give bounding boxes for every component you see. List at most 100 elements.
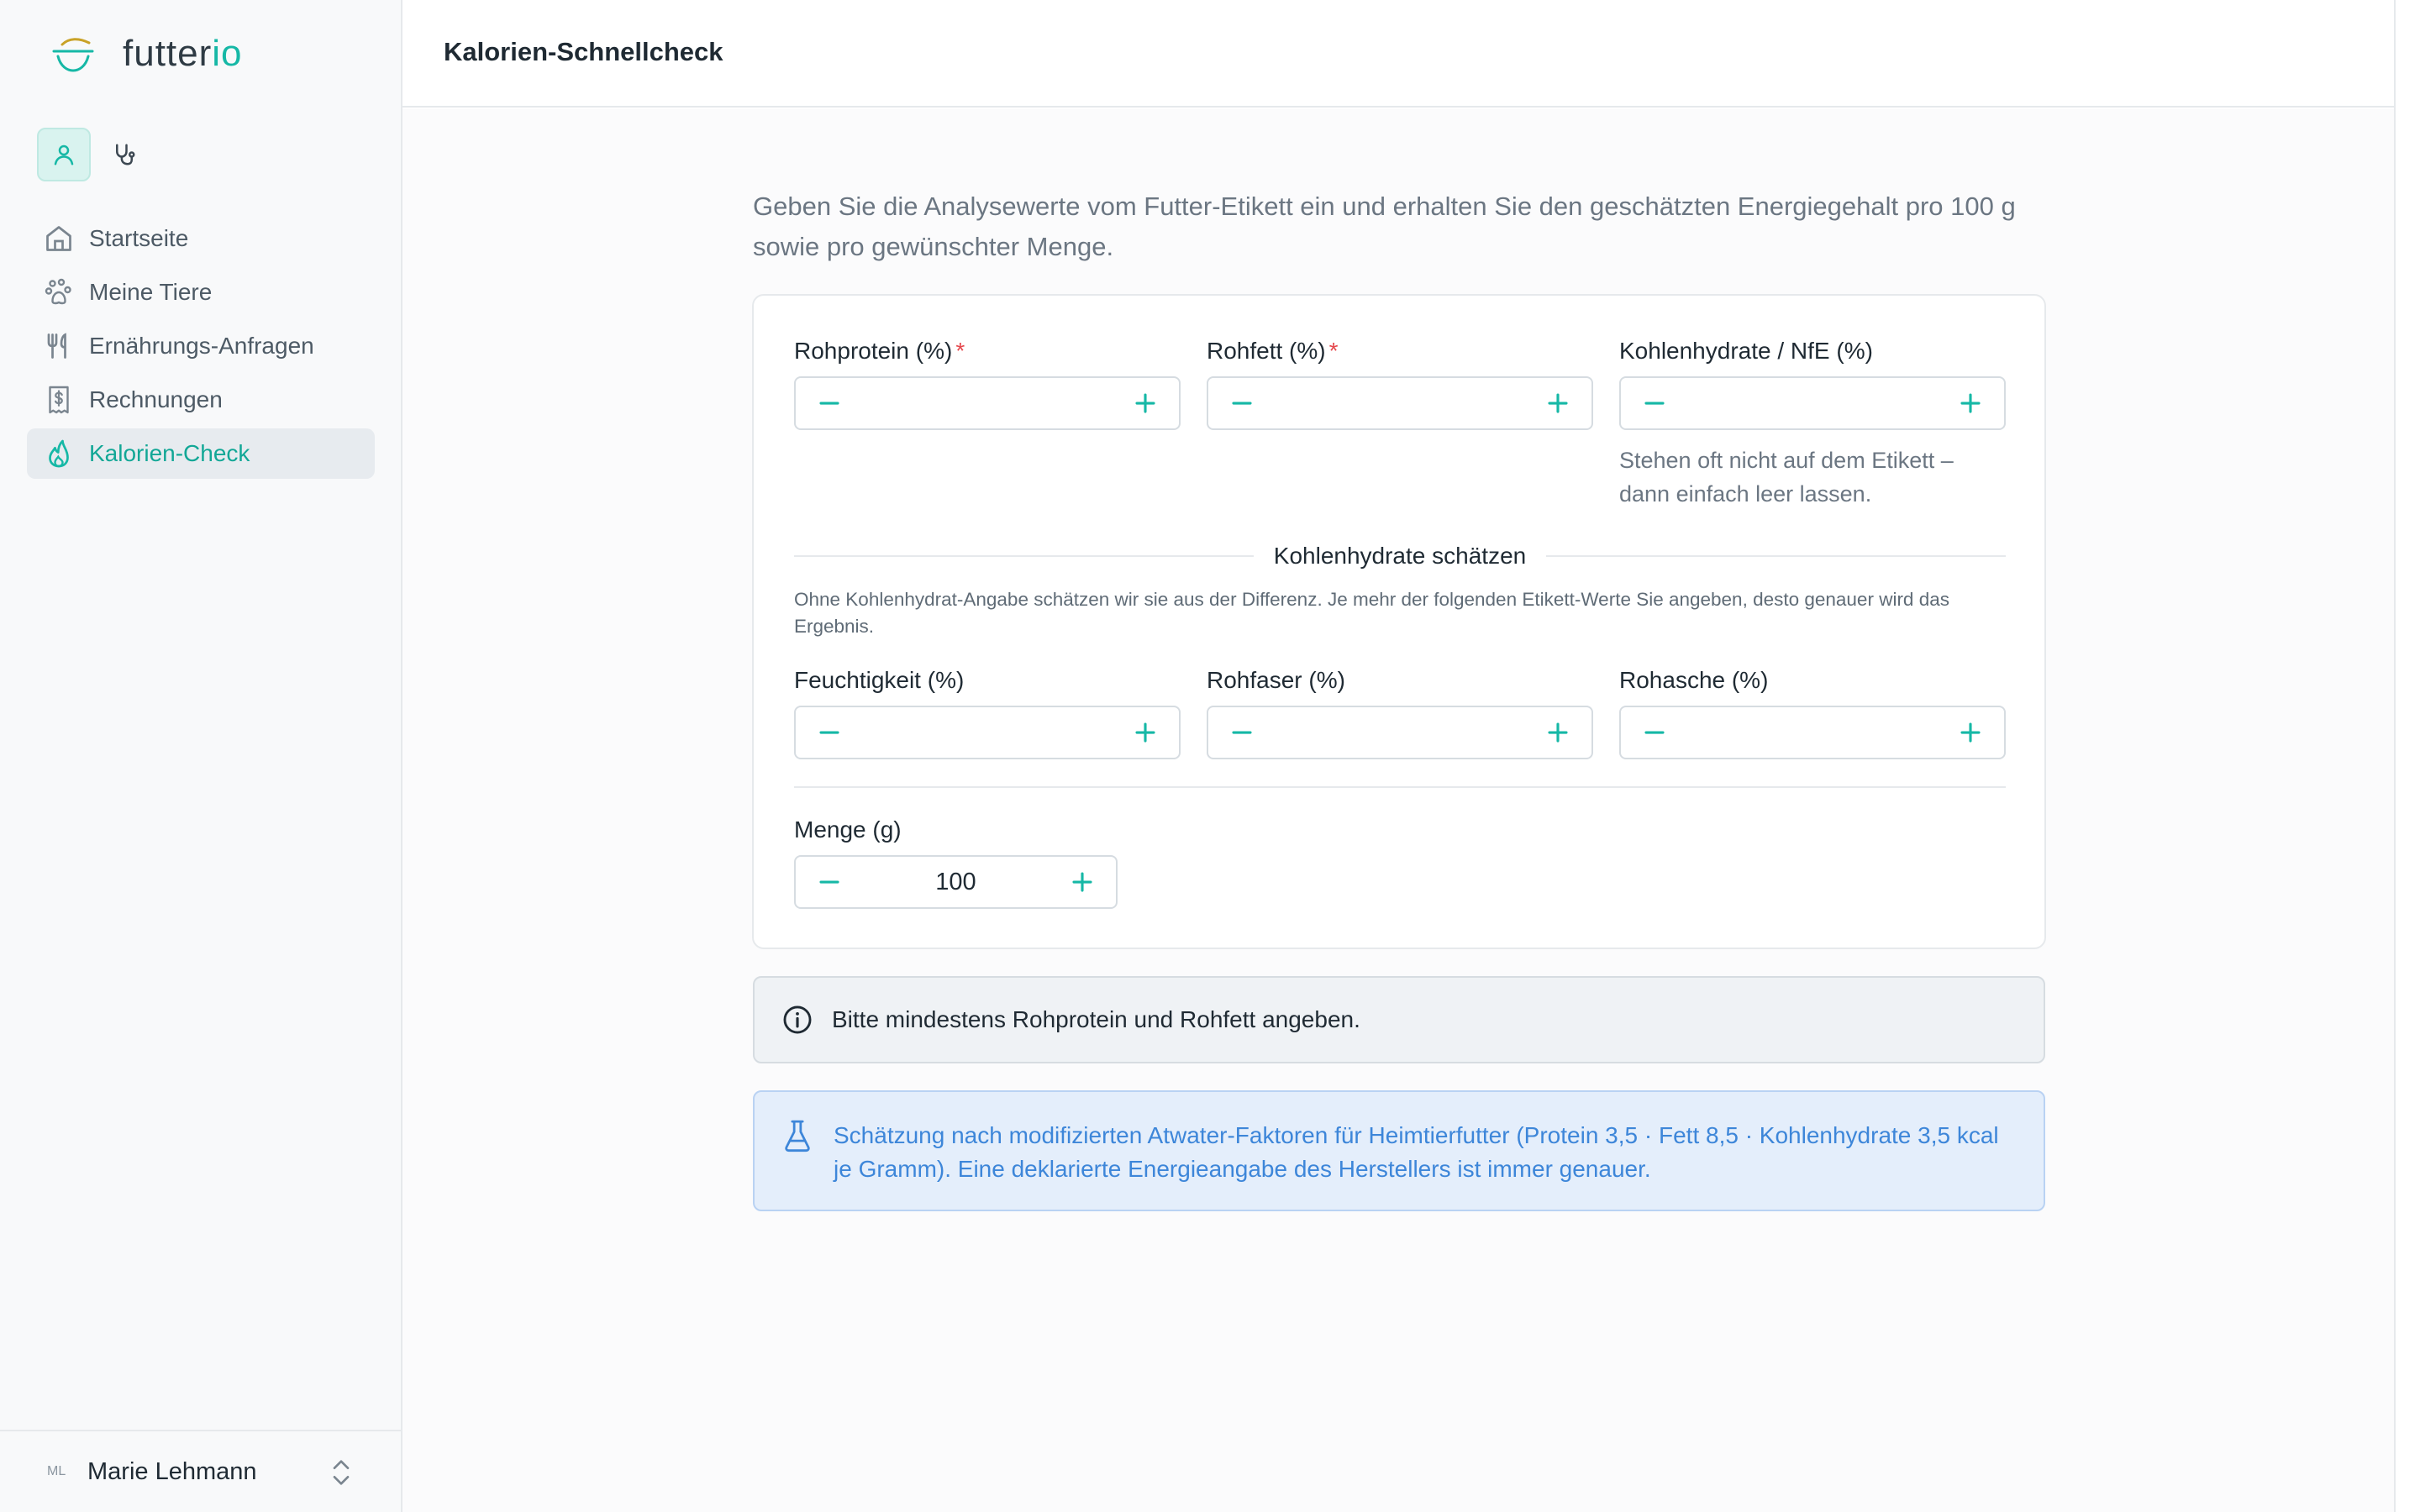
fiber-label: Rohfaser (%) [1207, 667, 1345, 693]
brand-name: futterio [123, 33, 243, 74]
fat-stepper [1207, 376, 1593, 430]
protein-label: Rohprotein (%) * [794, 338, 965, 364]
protein-stepper [794, 376, 1181, 430]
section-divider [794, 786, 2006, 788]
fiber-field: Rohfaser (%) [1207, 665, 1593, 759]
right-gutter [2394, 0, 2420, 1512]
user-icon [54, 144, 74, 165]
sidebar-item-label: Meine Tiere [89, 279, 213, 305]
ash-field: Rohasche (%) [1619, 665, 2006, 759]
sidebar-item-startseite[interactable]: Startseite [27, 213, 375, 264]
carbs-input[interactable] [1688, 380, 1937, 427]
minus-icon [819, 402, 839, 405]
minus-icon [1232, 402, 1252, 405]
validation-alert-text: Bitte mindestens Rohprotein und Rohfett … [832, 1006, 1360, 1032]
plus-icon [1135, 722, 1155, 743]
fat-field: Rohfett (%) * [1207, 336, 1593, 430]
plus-icon [1548, 393, 1568, 413]
info-icon [783, 1005, 812, 1034]
carbs-field: Kohlenhydrate / NfE (%) Stehen oft nicht… [1619, 336, 2006, 511]
sidebar-item-label: Ernährungs-Anfragen [89, 333, 314, 359]
divider-line [1546, 555, 2006, 557]
ash-input[interactable] [1688, 709, 1937, 756]
avatar: ML [47, 1464, 66, 1478]
divider-line [794, 555, 1254, 557]
fat-increment-button[interactable] [1524, 378, 1591, 428]
moisture-increment-button[interactable] [1112, 707, 1179, 758]
ash-stepper [1619, 706, 2006, 759]
protein-increment-button[interactable] [1112, 378, 1179, 428]
sidebar-item-meine-tiere[interactable]: Meine Tiere [27, 267, 375, 318]
amount-increment-button[interactable] [1049, 857, 1116, 907]
minus-icon [1644, 731, 1665, 734]
required-mark: * [955, 338, 965, 364]
plus-icon [1960, 393, 1981, 413]
moisture-input[interactable] [863, 709, 1112, 756]
minus-icon [819, 731, 839, 734]
fiber-decrement-button[interactable] [1208, 707, 1276, 758]
carbs-hint: Stehen oft nicht auf dem Etikett – dann … [1619, 448, 1954, 507]
page-title: Kalorien-Schnellcheck [444, 37, 723, 66]
sidebar-item-kalorien-check[interactable]: Kalorien-Check [27, 428, 375, 479]
sidebar-nav: Startseite Meine Tiere Ernährungs-Anfrag… [27, 213, 375, 482]
fat-decrement-button[interactable] [1208, 378, 1276, 428]
brand-logo[interactable]: futterio [50, 30, 243, 77]
page-header: Kalorien-Schnellcheck [402, 0, 2394, 108]
amount-field: Menge (g) [794, 815, 1118, 909]
estimate-section-note: Ohne Kohlenhydrat-Angabe schätzen wir si… [794, 589, 1949, 637]
utensils-icon [47, 333, 66, 359]
plus-icon [1960, 722, 1981, 743]
protein-input[interactable] [863, 380, 1112, 427]
plus-icon [1548, 722, 1568, 743]
mode-switch [37, 128, 151, 181]
moisture-decrement-button[interactable] [796, 707, 863, 758]
sidebar-item-label: Kalorien-Check [89, 440, 250, 466]
carbs-increment-button[interactable] [1937, 378, 2004, 428]
estimate-section-title: Kohlenhydrate schätzen [1273, 543, 1527, 569]
ash-decrement-button[interactable] [1621, 707, 1688, 758]
amount-stepper [794, 855, 1118, 909]
moisture-field: Feuchtigkeit (%) [794, 665, 1181, 759]
fiber-stepper [1207, 706, 1593, 759]
minus-icon [1644, 402, 1665, 405]
paw-icon [45, 278, 71, 305]
amount-label: Menge (g) [794, 816, 902, 843]
ash-label: Rohasche (%) [1619, 667, 1769, 693]
amount-decrement-button[interactable] [796, 857, 863, 907]
sidebar-item-ernaehrungs-anfragen[interactable]: Ernährungs-Anfragen [27, 321, 375, 371]
flask-icon [785, 1120, 810, 1152]
nutrient-form-card: Rohprotein (%) * Rohfett (%) * Kohlenhyd… [752, 294, 2046, 949]
moisture-label: Feuchtigkeit (%) [794, 667, 965, 693]
plus-icon [1135, 393, 1155, 413]
sidebar: futterio Startseite Meine Tiere Ernährun… [0, 0, 402, 1512]
receipt-icon [49, 386, 69, 414]
required-mark: * [1328, 338, 1339, 364]
fiber-input[interactable] [1276, 709, 1524, 756]
fiber-increment-button[interactable] [1524, 707, 1591, 758]
app-window: futterio Startseite Meine Tiere Ernährun… [0, 0, 2420, 1512]
fat-input[interactable] [1276, 380, 1524, 427]
owner-mode-button[interactable] [37, 128, 91, 181]
carbs-label: Kohlenhydrate / NfE (%) [1619, 338, 1873, 364]
user-menu[interactable]: ML Marie Lehmann [0, 1430, 401, 1512]
chevron-up-down-icon [333, 1460, 350, 1485]
fat-label: Rohfett (%) * [1207, 338, 1339, 364]
stethoscope-icon [116, 144, 135, 165]
flame-icon [49, 439, 69, 468]
carbs-stepper [1619, 376, 2006, 430]
protein-decrement-button[interactable] [796, 378, 863, 428]
intro-text: Geben Sie die Analysewerte vom Futter-Et… [753, 192, 2016, 261]
main-content: Geben Sie die Analysewerte vom Futter-Et… [402, 109, 2394, 1512]
ash-increment-button[interactable] [1937, 707, 2004, 758]
sidebar-item-rechnungen[interactable]: Rechnungen [27, 375, 375, 425]
minus-icon [1232, 731, 1252, 734]
sidebar-item-label: Rechnungen [89, 386, 223, 412]
amount-input[interactable] [863, 858, 1049, 906]
atwater-info-text: Schätzung nach modifizierten Atwater-Fak… [834, 1122, 1999, 1182]
moisture-stepper [794, 706, 1181, 759]
sidebar-item-label: Startseite [89, 225, 189, 251]
carbs-decrement-button[interactable] [1621, 378, 1688, 428]
vet-mode-button[interactable] [97, 128, 151, 181]
protein-field: Rohprotein (%) * [794, 336, 1181, 430]
validation-alert: Bitte mindestens Rohprotein und Rohfett … [753, 976, 2045, 1063]
